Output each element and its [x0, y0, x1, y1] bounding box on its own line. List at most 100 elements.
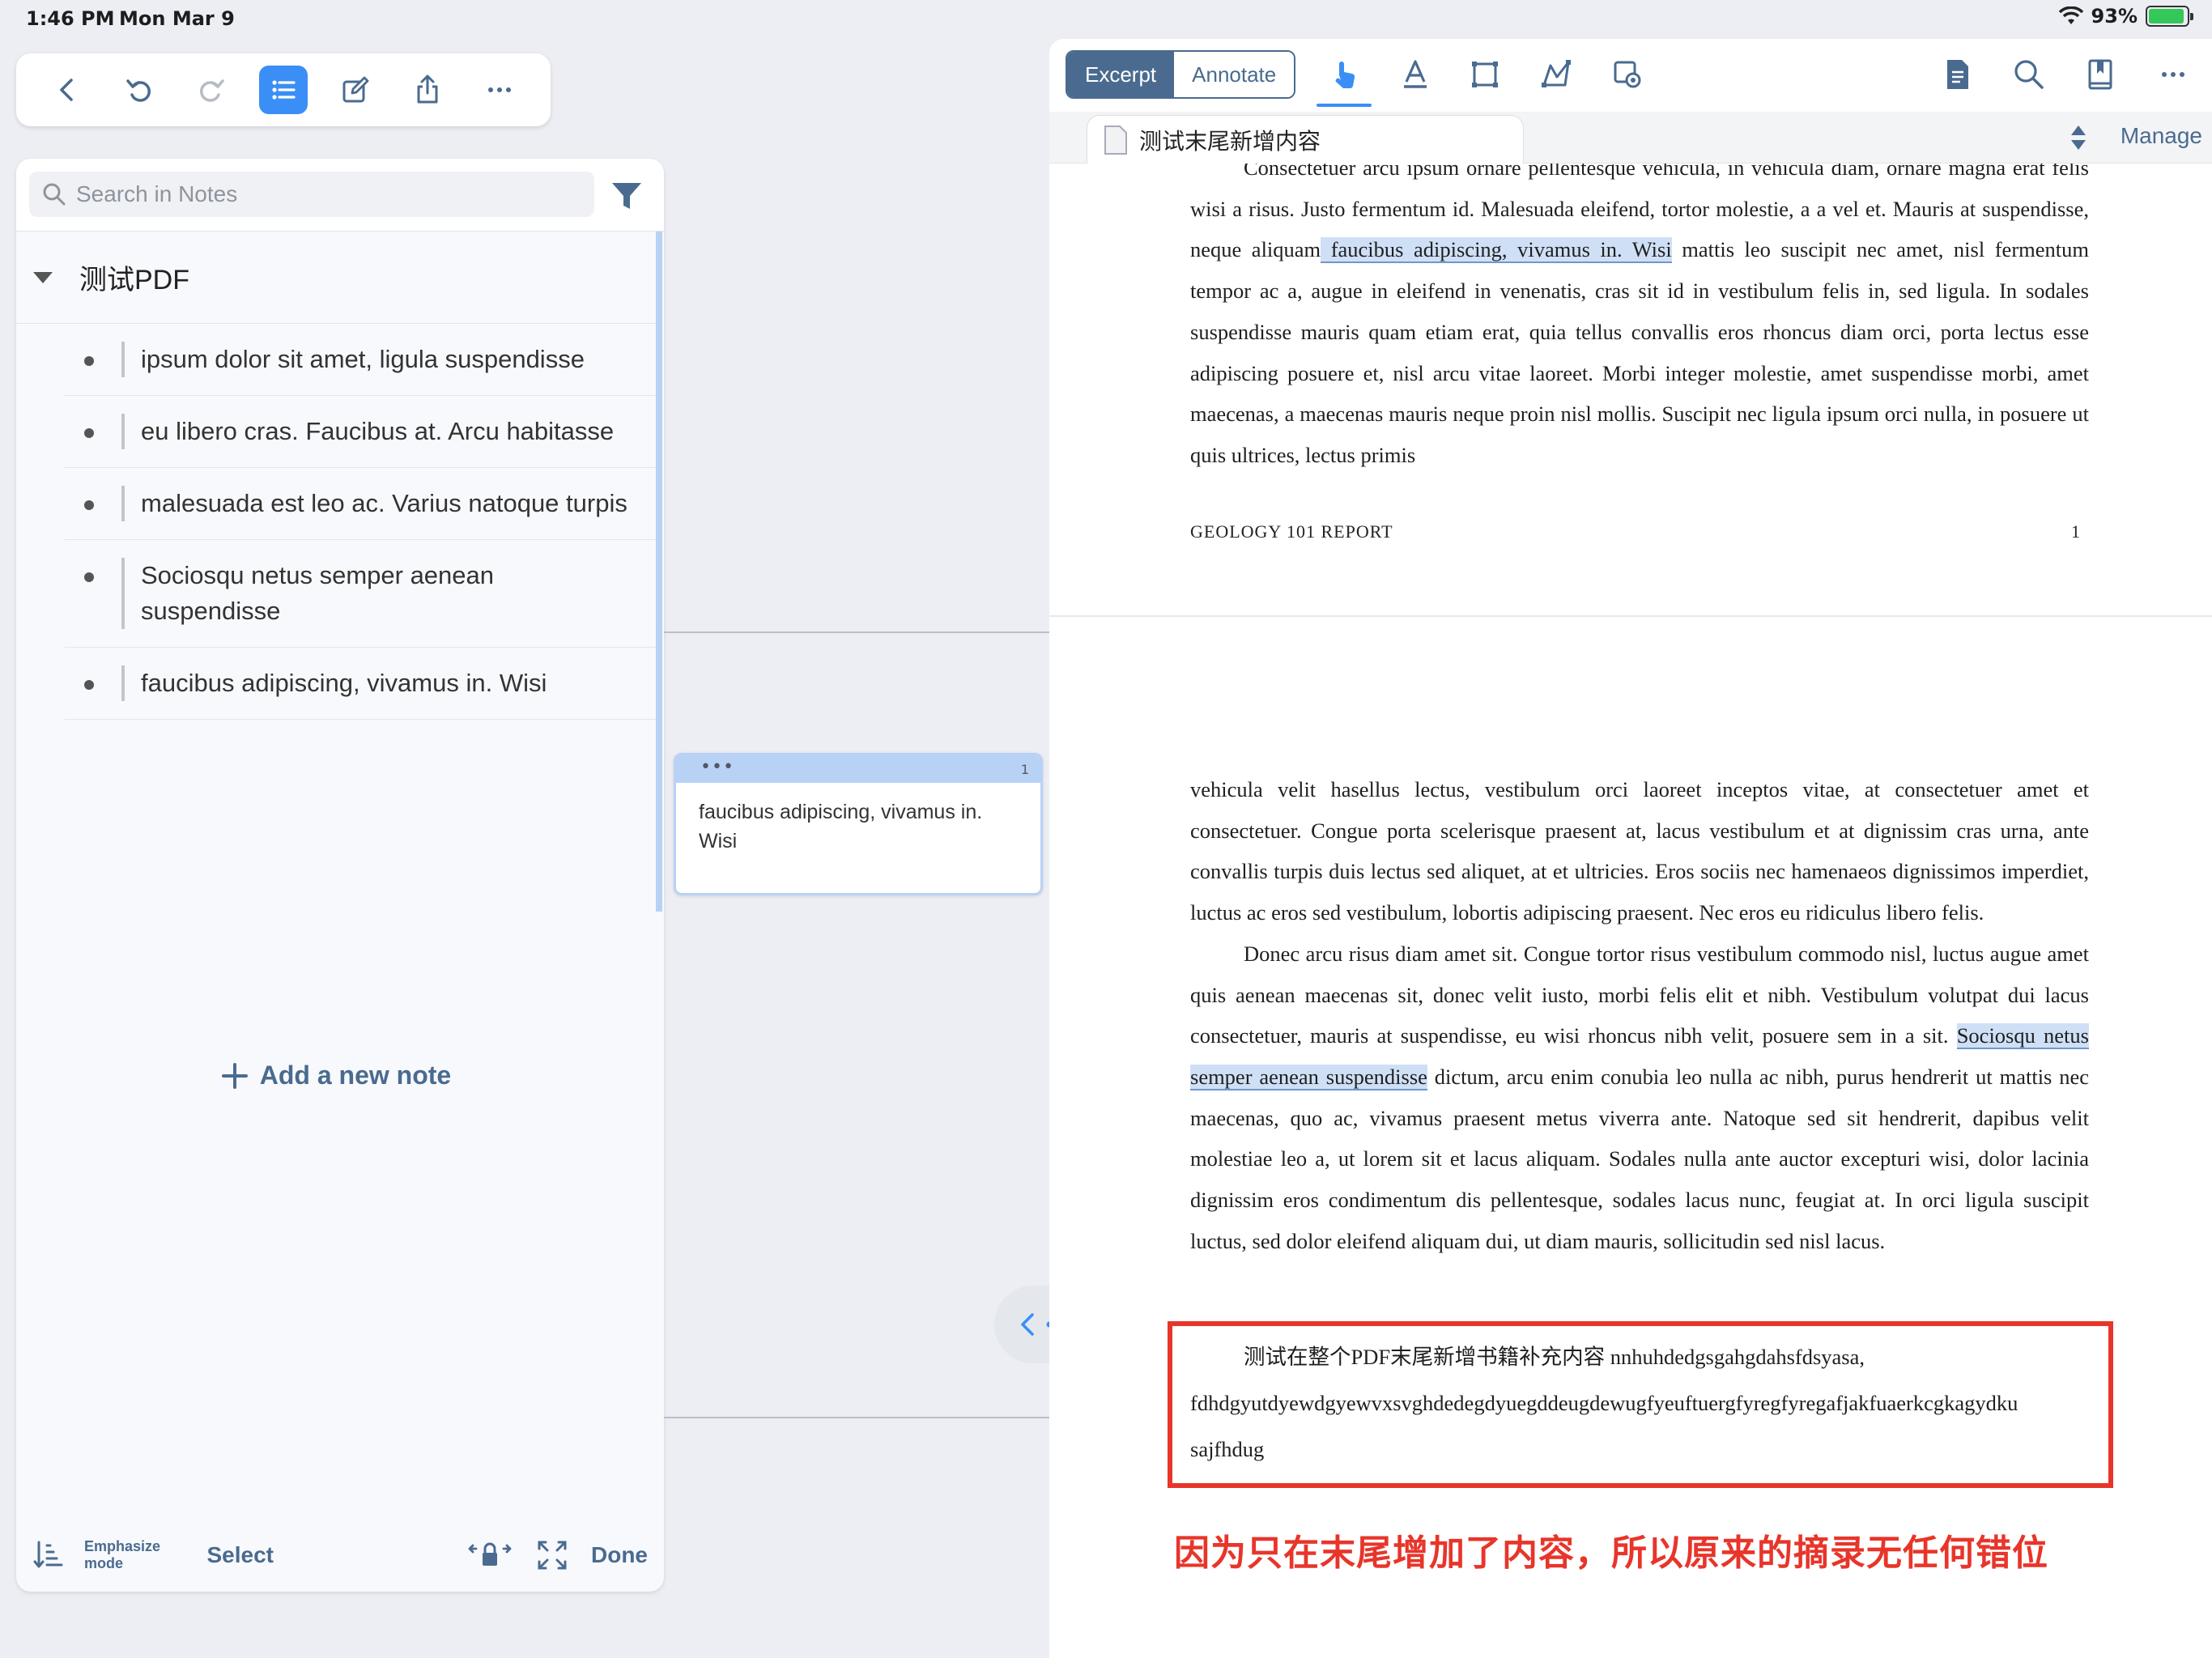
- excerpt-tab[interactable]: Excerpt: [1067, 52, 1175, 97]
- note-item[interactable]: faucibus adipiscing, vivamus in. Wisi: [65, 648, 656, 720]
- text-highlight-button[interactable]: [1396, 55, 1435, 94]
- notes-search-box[interactable]: [29, 172, 594, 217]
- hand-tool-button[interactable]: [1325, 55, 1363, 94]
- document-icon: [1947, 60, 1968, 89]
- manage-button[interactable]: Manage: [2121, 123, 2202, 149]
- share-button[interactable]: [403, 66, 452, 114]
- edit-icon: [342, 76, 369, 103]
- notes-toolbar: [16, 53, 551, 126]
- document-tab[interactable]: 测试末尾新增内容: [1087, 115, 1524, 164]
- card-menu-icon[interactable]: •••: [700, 757, 734, 777]
- expand-button[interactable]: [536, 1539, 568, 1571]
- excerpt-bar: [121, 342, 125, 377]
- search-icon: [2014, 60, 2044, 89]
- bullet-icon: [65, 414, 121, 449]
- pdf-paragraph: Consectetuer arcu ipsum ornare pellentes…: [1190, 164, 2089, 476]
- notes-panel: 测试PDF ipsum dolor sit amet, ligula suspe…: [16, 159, 664, 1592]
- note-text: eu libero cras. Faucibus at. Arcu habita…: [141, 417, 615, 445]
- search-icon: [43, 183, 66, 206]
- annotate-tab[interactable]: Annotate: [1174, 52, 1295, 97]
- wifi-icon: [2058, 6, 2083, 24]
- back-button[interactable]: [43, 66, 91, 114]
- note-text: faucibus adipiscing, vivamus in. Wisi: [141, 669, 547, 697]
- status-bar: 1:46 PM Mon Mar 9 93%: [0, 0, 2212, 37]
- notes-bottom-bar: Emphasize mode Select Done: [16, 1519, 664, 1592]
- search-doc-button[interactable]: [2010, 55, 2048, 94]
- note-item[interactable]: malesuada est leo ac. Varius natoque tur…: [65, 468, 656, 540]
- document-tab-title: 测试末尾新增内容: [1139, 128, 1321, 154]
- footer-title: GEOLOGY 101 REPORT: [1190, 521, 1393, 542]
- document-button[interactable]: [1938, 55, 1977, 94]
- add-note-button[interactable]: Add a new note: [16, 1061, 656, 1090]
- add-note-label: Add a new note: [259, 1061, 452, 1090]
- sort-updown-icon[interactable]: [2066, 121, 2091, 154]
- text-highlight-icon: [1404, 60, 1427, 88]
- note-item[interactable]: eu libero cras. Faucibus at. Arcu habita…: [65, 396, 656, 468]
- lasso-icon: [1542, 60, 1571, 87]
- notes-scroll-indicator[interactable]: [656, 232, 662, 912]
- excerpt-bar: [121, 414, 125, 449]
- sort-down-icon: [33, 1541, 63, 1568]
- rect-select-button[interactable]: [1465, 55, 1504, 94]
- outline-button[interactable]: [258, 66, 308, 114]
- plus-icon: [221, 1062, 248, 1089]
- active-tool-indicator: [1317, 104, 1372, 107]
- bullet-icon: [65, 342, 121, 377]
- lasso-button[interactable]: [1537, 55, 1576, 94]
- edit-button[interactable]: [331, 66, 380, 114]
- excerpt-card[interactable]: ••• 1 faucibus adipiscing, vivamus in. W…: [674, 753, 1043, 895]
- pdf-page-footer: GEOLOGY 101 REPORT 1: [1190, 521, 2081, 542]
- auto-excerpt-button[interactable]: [1608, 55, 1647, 94]
- page-separator: [1049, 615, 2212, 617]
- notes-search-input[interactable]: [76, 181, 562, 207]
- collapse-caret-icon[interactable]: [31, 266, 55, 290]
- more-icon: [2162, 72, 2184, 77]
- filter-icon[interactable]: [609, 178, 644, 214]
- excerpt-bar: [121, 486, 125, 521]
- note-text: Sociosqu netus semper aenean suspendisse: [141, 561, 495, 625]
- more-button[interactable]: [475, 66, 524, 114]
- mode-segmented-control: Excerpt Annotate: [1066, 50, 1296, 99]
- gear-screen-icon: [1614, 61, 1641, 88]
- battery-icon: [2146, 6, 2193, 27]
- notebook-row[interactable]: 测试PDF: [16, 232, 656, 324]
- note-item[interactable]: ipsum dolor sit amet, ligula suspendisse: [65, 324, 656, 396]
- lock-scroll-button[interactable]: [468, 1539, 512, 1571]
- bookmark-book-icon: [2088, 59, 2112, 90]
- divider-line: [664, 1417, 1049, 1418]
- pdf-paragraph: Donec arcu risus diam amet sit. Congue t…: [1190, 933, 2089, 1262]
- outline-list-icon: [272, 80, 296, 100]
- excerpt-bar: [121, 665, 125, 701]
- emphasize-mode-button[interactable]: Emphasize mode: [84, 1538, 191, 1572]
- share-icon: [417, 74, 438, 104]
- status-time: 1:46 PM: [26, 7, 115, 30]
- bullet-icon: [65, 665, 121, 701]
- pdf-text: Donec arcu risus diam amet sit. Congue t…: [1190, 941, 2089, 1048]
- annotation-caption: 因为只在末尾增加了内容，所以原来的摘录无任何错位: [1174, 1533, 2048, 1574]
- done-button[interactable]: Done: [591, 1542, 648, 1568]
- redo-icon: [199, 79, 224, 102]
- lock-arrows-icon: [468, 1542, 512, 1566]
- pdf-text: mattis leo suscipit nec amet, nisl ferme…: [1190, 237, 2089, 467]
- pdf-page-2-body: vehicula velit hasellus lectus, vestibul…: [1190, 769, 2089, 1261]
- document-pane: Excerpt Annotate 测试末尾新增内容 Manage Consect…: [1049, 39, 2212, 1658]
- battery-percent: 93%: [2091, 5, 2138, 28]
- note-list: ipsum dolor sit amet, ligula suspendisse…: [16, 324, 656, 720]
- bookmark-button[interactable]: [2081, 55, 2120, 94]
- doc-more-button[interactable]: [2154, 55, 2193, 94]
- pdf-text: dictum, arcu enim conubia leo nulla ac n…: [1190, 1064, 2089, 1253]
- hand-pointer-icon: [1335, 62, 1355, 89]
- notes-search-row: [16, 159, 664, 232]
- status-date: Mon Mar 9: [119, 7, 235, 30]
- notebook-title: 测试PDF: [79, 265, 189, 295]
- undo-button[interactable]: [115, 66, 164, 114]
- highlighted-excerpt[interactable]: faucibus adipiscing, vivamus in. Wisi: [1321, 237, 1672, 264]
- note-text: malesuada est leo ac. Varius natoque tur…: [141, 489, 627, 517]
- card-page-number: 1: [1020, 762, 1029, 777]
- select-button[interactable]: Select: [207, 1542, 274, 1568]
- sort-button[interactable]: [32, 1539, 65, 1571]
- document-tab-strip: 测试末尾新增内容 Manage: [1049, 112, 2212, 164]
- status-right: 93%: [2058, 5, 2193, 28]
- redo-button[interactable]: [187, 66, 236, 114]
- note-item[interactable]: Sociosqu netus semper aenean suspendisse: [65, 540, 656, 648]
